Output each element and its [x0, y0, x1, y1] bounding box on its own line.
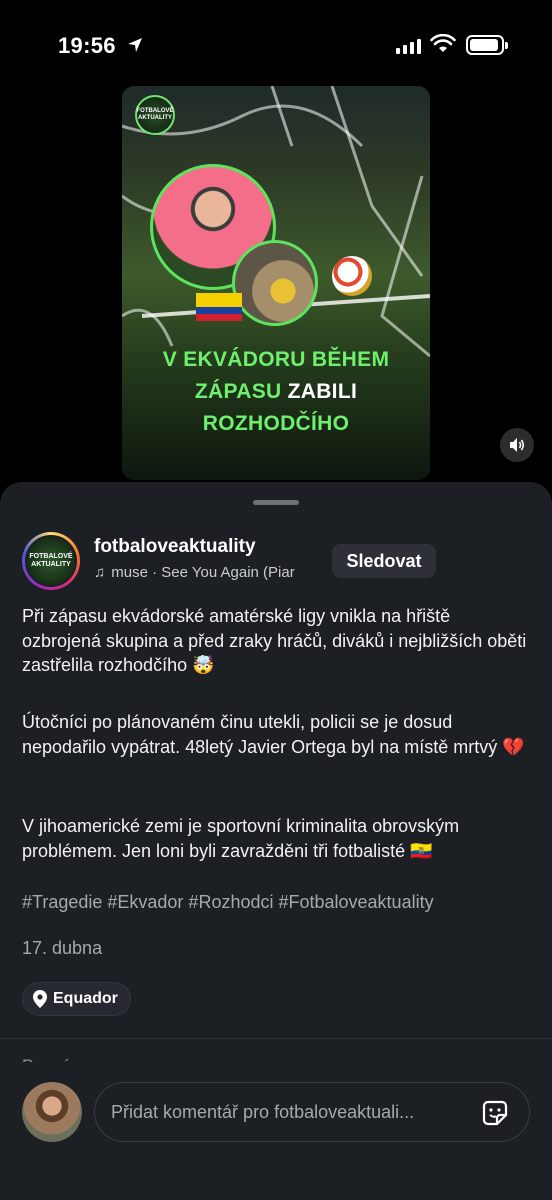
ecuador-flag-icon: [196, 293, 242, 321]
hashtags[interactable]: #Tragedie #Ekvador #Rozhodci #Fotbalovea…: [22, 892, 434, 913]
post-details-sheet: FOTBALOVÉ AKTUALITY fotbaloveaktuality ♫…: [0, 482, 552, 1200]
location-label: Equador: [53, 990, 118, 1007]
crime-scene-photo: [232, 240, 318, 326]
music-note-icon: ♫: [94, 564, 106, 581]
football-graphic: [332, 256, 372, 296]
location-pin-icon: [33, 990, 47, 1008]
user-avatar[interactable]: [22, 1082, 82, 1142]
caption-paragraph: Útočníci po plánovaném činu utekli, poli…: [22, 712, 525, 757]
post-headline: V EKVÁDORU BĚHEM ZÁPASU ZABILI ROZHODČÍH…: [162, 348, 390, 435]
status-bar: 19:56: [0, 0, 552, 90]
author-avatar[interactable]: FOTBALOVÉ AKTUALITY: [22, 532, 80, 590]
sticker-icon[interactable]: [480, 1098, 510, 1128]
post-date: 17. dubna: [22, 938, 103, 958]
follow-button[interactable]: Sledovat: [332, 544, 436, 578]
post-image[interactable]: FOTBALOVÉ AKTUALITY V EKVÁDORU BĚHEM ZÁP…: [122, 86, 430, 480]
comment-bar: [0, 1062, 552, 1200]
music-track[interactable]: ♫ muse · See You Again (Piar: [94, 564, 320, 581]
brand-logo-badge: FOTBALOVÉ AKTUALITY: [135, 95, 175, 135]
author-username[interactable]: fotbaloveaktuality: [94, 536, 256, 558]
comment-input[interactable]: [94, 1082, 530, 1142]
caption-paragraph: Při zápasu ekvádorské amatérské ligy vni…: [22, 606, 527, 675]
mute-toggle-button[interactable]: [500, 428, 534, 462]
caption-paragraph: V jihoamerické zemi je sportovní krimina…: [22, 816, 460, 861]
battery-icon: [466, 35, 508, 55]
wifi-icon: [430, 34, 456, 52]
location-arrow-icon: [128, 38, 142, 52]
divider: [0, 1038, 552, 1039]
status-time: 19:56: [58, 33, 116, 58]
location-chip[interactable]: Equador: [22, 982, 131, 1016]
sheet-drag-handle[interactable]: [253, 500, 299, 505]
author-row: FOTBALOVÉ AKTUALITY fotbaloveaktuality ♫…: [22, 532, 532, 592]
speaker-icon: [510, 438, 525, 452]
cellular-signal-icon: [396, 38, 421, 54]
